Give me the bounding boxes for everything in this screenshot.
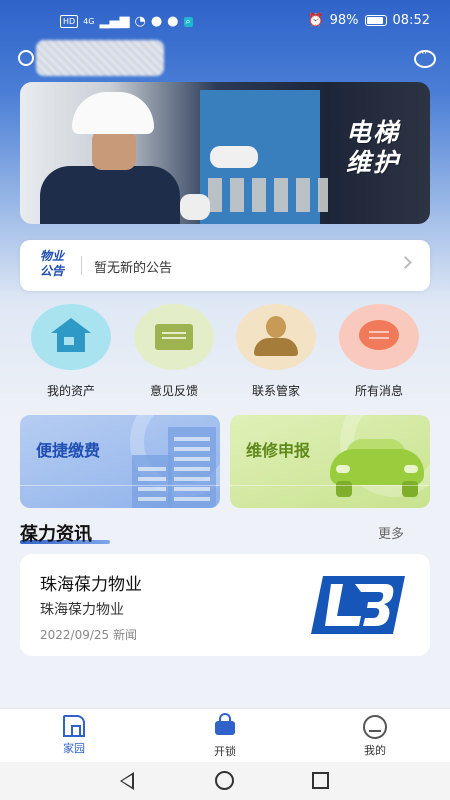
banner-title: 电梯 维护 [346, 118, 400, 178]
wifi-icon: ◔ [134, 14, 146, 29]
recent-apps-icon[interactable] [312, 772, 329, 789]
chat-bubble-icon [339, 304, 419, 370]
news-item-title: 珠海葆力物业 [40, 575, 142, 595]
home-icon [63, 715, 85, 737]
banner-photo-face [92, 130, 136, 170]
tab-home-label: 家园 [63, 742, 85, 755]
quick-action-all-messages[interactable]: 所有消息 [329, 304, 429, 399]
banner-photo-helmet [72, 92, 154, 134]
header-row [18, 40, 436, 76]
banner-carousel[interactable]: 电梯 维护 [20, 82, 430, 224]
battery-icon [364, 15, 387, 26]
lock-icon [213, 713, 237, 735]
house-icon [31, 304, 111, 370]
lock-body [215, 721, 235, 735]
repair-report-card[interactable]: 维修申报 [230, 415, 430, 508]
banner-photo-glove [210, 146, 258, 168]
news-section-title: 葆力资讯 [20, 524, 92, 545]
signal-4g-label: 4G [83, 17, 95, 26]
alarm-icon: ⏰ [307, 13, 324, 28]
tab-unlock-label: 开锁 [214, 745, 236, 758]
car-wheel [402, 481, 418, 497]
news-more-link[interactable]: 更多 [378, 523, 404, 542]
envelope-shape [155, 324, 193, 350]
quick-action-label: 意见反馈 [149, 384, 198, 398]
divider [81, 256, 82, 275]
status-left: HD 4G ▂▄▆ ◔ ● ● ⌕ [60, 14, 193, 29]
person-head [266, 316, 286, 338]
quick-pay-card[interactable]: 便捷缴费 [20, 415, 220, 508]
announcement-text: 暂无新的公告 [94, 261, 173, 276]
status-bar: HD 4G ▂▄▆ ◔ ● ● ⌕ ⏰ 98% 08:52 [0, 0, 450, 44]
wechat-icon: ● [150, 14, 163, 29]
card-divider [20, 485, 220, 486]
quick-pay-title: 便捷缴费 [36, 441, 101, 460]
car-headlight [404, 465, 418, 473]
car-wheel [336, 481, 352, 497]
quick-action-label: 我的资产 [46, 384, 95, 398]
envelope-icon [134, 304, 214, 370]
message-icon[interactable] [414, 46, 436, 68]
banner-photo-springs [208, 178, 328, 212]
battery-percent: 98% [329, 13, 359, 28]
banner-line-1: 电梯 [345, 118, 400, 147]
location-icon[interactable] [18, 50, 34, 66]
quick-action-feedback[interactable]: 意见反馈 [124, 304, 224, 399]
person-body [254, 338, 298, 356]
building-icon [132, 455, 172, 508]
banner-line-2: 维护 [345, 148, 400, 177]
car-headlight [336, 465, 350, 473]
system-navigation-bar [0, 762, 450, 800]
back-icon[interactable] [120, 772, 134, 790]
status-right: ⏰ 98% 08:52 [307, 13, 430, 28]
card-divider [230, 485, 430, 486]
bubble-shape [359, 320, 399, 350]
bottom-tab-bar: 家园 开锁 我的 [0, 708, 450, 762]
quick-action-my-assets[interactable]: 我的资产 [21, 304, 121, 399]
search-app-icon: ⌕ [183, 16, 193, 27]
chevron-right-icon [399, 256, 412, 269]
announcement-bar[interactable]: 物业 公告 暂无新的公告 [20, 240, 430, 291]
person-icon [236, 304, 316, 370]
tab-home[interactable]: 家园 [34, 715, 114, 756]
quick-action-label: 联系管家 [251, 384, 300, 398]
quick-actions: 我的资产 意见反馈 联系管家 所有消息 [0, 304, 450, 400]
announcement-badge: 物业 公告 [32, 249, 72, 281]
tab-profile-label: 我的 [364, 744, 386, 757]
profile-icon [363, 715, 387, 739]
repair-report-title: 维修申报 [246, 441, 311, 460]
building-icon [168, 427, 216, 508]
banner-photo-glove [180, 194, 210, 220]
announcement-badge-line-1: 物业 [39, 249, 64, 263]
news-item-date: 2022/09/25 新闻 [40, 628, 137, 642]
tab-profile[interactable]: 我的 [335, 715, 415, 758]
chat-icon: ● [167, 14, 179, 29]
clock: 08:52 [392, 13, 430, 28]
news-item-subtitle: 珠海葆力物业 [40, 602, 124, 618]
home-circle-icon[interactable] [215, 771, 234, 790]
banner-photo-worker [40, 166, 180, 224]
tab-unlock[interactable]: 开锁 [185, 713, 265, 759]
quick-action-contact-manager[interactable]: 联系管家 [226, 304, 326, 399]
community-name-redacted[interactable] [36, 40, 164, 76]
signal-icon: ▂▄▆ [99, 14, 130, 29]
house-shape [51, 318, 91, 352]
company-logo [311, 576, 405, 634]
hd-chip: HD [60, 15, 79, 28]
news-section-header: 葆力资讯 更多 [20, 518, 430, 548]
quick-action-label: 所有消息 [354, 384, 403, 398]
news-item[interactable]: 珠海葆力物业 珠海葆力物业 2022/09/25 新闻 [20, 554, 430, 656]
announcement-badge-line-2: 公告 [39, 264, 64, 278]
